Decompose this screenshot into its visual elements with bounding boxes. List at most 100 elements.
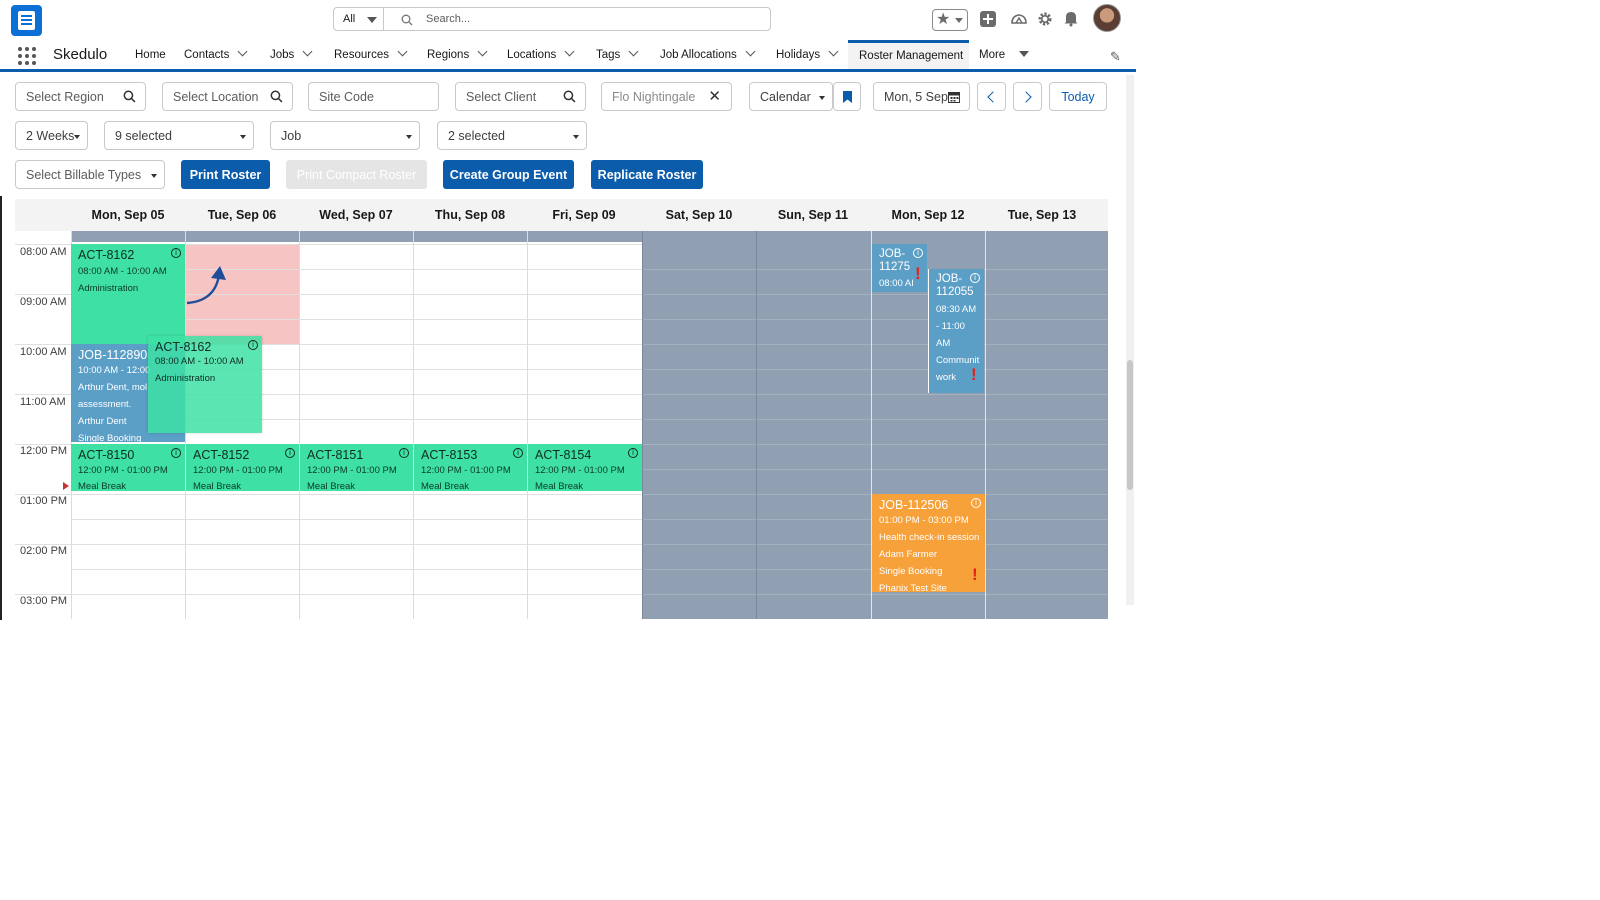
nav-item-home[interactable]: Home — [135, 49, 166, 61]
today-button[interactable]: Today — [1049, 82, 1107, 111]
grid-line — [642, 294, 1108, 295]
grid-line — [642, 369, 1108, 370]
event-card-job-112055[interactable]: JOB- 112055 08:30 AM - 11:00 AM Communit… — [928, 269, 984, 393]
event-description: Health check-in session — [879, 532, 980, 543]
next-period-button[interactable] — [1013, 82, 1042, 111]
favorites-button[interactable]: ★ — [932, 9, 968, 31]
billable-types-select[interactable]: Select Billable Types — [15, 160, 165, 189]
region-filter-input[interactable]: Select Region — [15, 82, 146, 111]
chevron-down-icon[interactable] — [745, 46, 756, 57]
event-title: JOB- — [879, 248, 906, 260]
nav-item-label: Roster Management — [859, 50, 964, 62]
event-title: 11275 — [879, 261, 911, 273]
multi-select-filter-2[interactable]: 2 selected — [437, 121, 587, 150]
day-header: Wed, Sep 07 — [319, 208, 393, 222]
event-time: 08:00 AM - 10:00 AM — [155, 356, 244, 367]
location-filter-input[interactable]: Select Location — [162, 82, 293, 111]
create-group-event-button[interactable]: Create Group Event — [443, 160, 574, 189]
multi-select-filter-1[interactable]: 9 selected — [104, 121, 254, 150]
trailhead-help-icon[interactable] — [1010, 11, 1028, 27]
event-card-act-8153[interactable]: ACT-8153 12:00 PM - 01:00 PM Meal Break … — [414, 444, 527, 491]
site-code-input[interactable]: Site Code — [308, 82, 439, 111]
info-icon[interactable]: i — [913, 248, 923, 258]
nav-item-locations[interactable]: Locations — [507, 46, 575, 61]
bookmark-button[interactable] — [833, 82, 861, 111]
region-filter-placeholder: Select Region — [26, 90, 104, 104]
chevron-down-icon[interactable] — [564, 46, 575, 57]
event-card-act-8152[interactable]: ACT-8152 12:00 PM - 01:00 PM Meal Break … — [186, 444, 299, 491]
search-scope-select[interactable]: All — [333, 7, 384, 31]
nav-item-jobs[interactable]: Jobs — [270, 46, 313, 61]
event-card-job-112506[interactable]: JOB-112506 01:00 PM - 03:00 PM Health ch… — [872, 494, 985, 592]
view-mode-value: Calendar — [760, 90, 811, 104]
resource-filter-input[interactable]: Flo Nightingale ✕ — [601, 82, 732, 111]
nav-item-label: Contacts — [184, 49, 230, 61]
multi-select-1-value: 9 selected — [115, 129, 172, 143]
chevron-down-icon — [819, 96, 825, 100]
info-icon[interactable]: i — [399, 448, 409, 458]
nav-item-roster-management[interactable]: Roster Management — [848, 40, 969, 69]
calendar-icon[interactable] — [948, 91, 960, 103]
event-card-act-8151[interactable]: ACT-8151 12:00 PM - 01:00 PM Meal Break … — [300, 444, 413, 491]
print-roster-button[interactable]: Print Roster — [181, 160, 270, 189]
user-avatar[interactable] — [1093, 4, 1121, 32]
chevron-down-icon[interactable] — [828, 46, 839, 57]
period-select[interactable]: 2 Weeks — [15, 121, 88, 150]
event-time: 08:30 AM — [936, 304, 977, 315]
event-title: ACT-8150 — [78, 448, 135, 462]
replicate-roster-button[interactable]: Replicate Roster — [591, 160, 703, 189]
event-time: 12:00 PM - 01:00 PM — [78, 465, 168, 476]
chevron-down-icon[interactable] — [477, 46, 488, 57]
nav-item-contacts[interactable]: Contacts — [184, 46, 248, 61]
grid-line — [642, 444, 1108, 445]
app-launcher-waffle-icon[interactable] — [18, 47, 36, 65]
calendar-header: Mon, Sep 05 Tue, Sep 06 Wed, Sep 07 Thu,… — [15, 199, 1108, 231]
scrollbar-thumb[interactable] — [1127, 360, 1133, 490]
setup-gear-icon[interactable] — [1037, 11, 1053, 27]
nav-item-tags[interactable]: Tags — [596, 46, 639, 61]
resource-filter-value: Flo Nightingale — [612, 90, 696, 104]
type-select[interactable]: Job — [270, 121, 420, 150]
event-card-act-8162[interactable]: ACT-8162 08:00 AM - 10:00 AM Administrat… — [71, 244, 185, 344]
date-picker-input[interactable]: Mon, 5 Sep — [873, 82, 970, 111]
nav-item-job-allocations[interactable]: Job Allocations — [660, 46, 756, 61]
info-icon[interactable]: i — [285, 448, 295, 458]
nav-item-resources[interactable]: Resources — [334, 46, 408, 61]
chevron-down-icon — [955, 18, 963, 23]
day-header: Mon, Sep 12 — [891, 208, 965, 222]
chevron-down-icon[interactable] — [237, 46, 248, 57]
grid-line — [15, 394, 71, 395]
info-icon[interactable]: i — [513, 448, 523, 458]
event-card-act-8150[interactable]: ACT-8150 12:00 PM - 01:00 PM Meal Break … — [71, 444, 185, 491]
info-icon[interactable]: i — [171, 248, 181, 258]
chevron-down-icon[interactable] — [628, 46, 639, 57]
dragging-event-ghost[interactable]: ACT-8162 08:00 AM - 10:00 AM Administrat… — [148, 336, 262, 433]
info-icon[interactable]: i — [971, 498, 981, 508]
time-label: 08:00 AM — [20, 246, 67, 258]
client-filter-input[interactable]: Select Client — [455, 82, 586, 111]
event-card-job-11275[interactable]: JOB- 11275 08:00 AI i ! — [872, 244, 927, 292]
day-header: Thu, Sep 08 — [434, 208, 506, 222]
notifications-bell-icon[interactable] — [1063, 10, 1079, 27]
app-logo-icon[interactable] — [11, 5, 42, 36]
view-mode-select[interactable]: Calendar — [749, 82, 833, 111]
global-actions-add-icon[interactable] — [979, 10, 997, 28]
nav-item-more[interactable]: More — [979, 49, 1030, 61]
clear-close-icon[interactable]: ✕ — [708, 87, 721, 105]
edit-nav-pencil-icon[interactable]: ✎ — [1110, 49, 1121, 65]
info-icon[interactable]: i — [171, 448, 181, 458]
previous-period-button[interactable] — [977, 82, 1006, 111]
global-search-input[interactable]: Search... — [383, 7, 771, 31]
chevron-down-icon[interactable] — [397, 46, 408, 57]
info-icon[interactable]: i — [970, 273, 980, 283]
warning-exclamation-icon: ! — [915, 264, 921, 283]
calendar-scrollbar[interactable] — [1126, 75, 1134, 605]
info-icon[interactable]: i — [628, 448, 638, 458]
nav-item-holidays[interactable]: Holidays — [776, 46, 839, 61]
chevron-down-icon[interactable] — [302, 46, 313, 57]
nav-item-regions[interactable]: Regions — [427, 46, 488, 61]
day-header: Mon, Sep 05 — [91, 208, 165, 222]
info-icon[interactable]: i — [248, 340, 258, 350]
event-card-act-8154[interactable]: ACT-8154 12:00 PM - 01:00 PM Meal Break … — [528, 444, 642, 491]
print-compact-roster-button[interactable]: Print Compact Roster — [286, 160, 427, 189]
